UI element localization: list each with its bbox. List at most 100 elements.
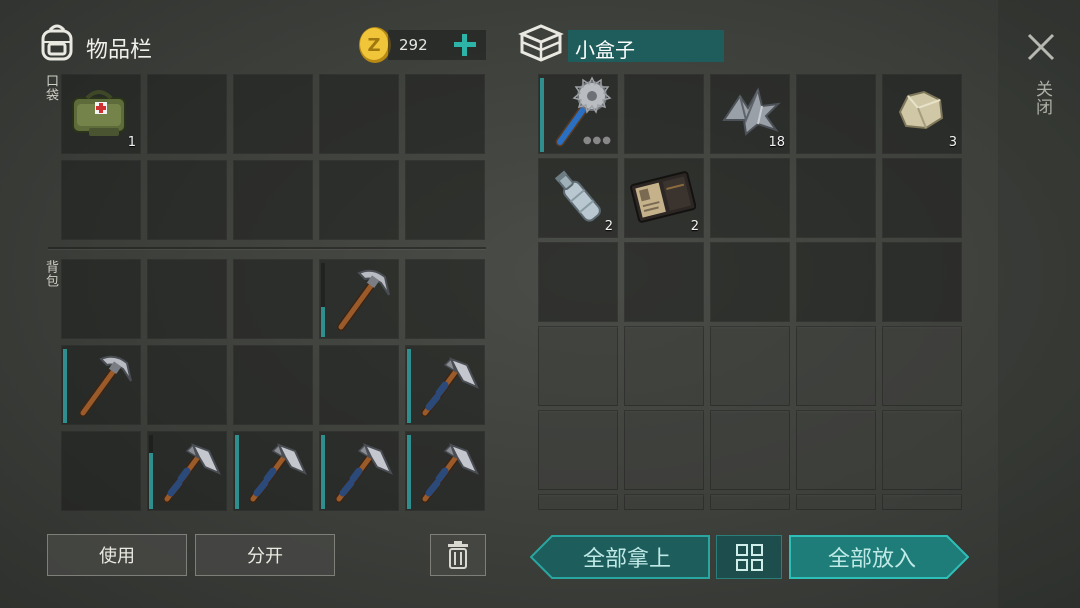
container-slot[interactable]: 3 — [882, 74, 962, 154]
pocket-slot[interactable] — [147, 74, 227, 154]
backpack-slot[interactable] — [233, 431, 313, 511]
container-slot[interactable]: 18 — [710, 74, 790, 154]
first-aid-bag-icon — [69, 84, 133, 146]
locked-slot — [624, 326, 704, 406]
container-slot[interactable] — [796, 74, 876, 154]
locked-slot — [796, 494, 876, 510]
water-bottle-icon — [546, 166, 610, 234]
put-all-label: 全部放入 — [827, 547, 916, 572]
locked-slot — [624, 410, 704, 490]
container-slot[interactable] — [538, 242, 618, 322]
durability-bar — [235, 435, 239, 509]
backpack-slot[interactable] — [147, 431, 227, 511]
pocket-slot[interactable] — [319, 74, 399, 154]
pocket-label: 口袋 — [43, 74, 58, 102]
use-button[interactable]: 使用 — [47, 534, 187, 576]
locked-slot — [624, 494, 704, 510]
pocket-slot[interactable] — [61, 160, 141, 240]
durability-bar — [407, 435, 411, 509]
backpack-slot[interactable] — [319, 345, 399, 425]
locked-slot — [882, 494, 962, 510]
backpack-slot[interactable] — [61, 259, 141, 339]
svg-text:Z: Z — [367, 35, 380, 56]
backpack-slot[interactable] — [147, 259, 227, 339]
pickaxe-icon — [329, 265, 393, 335]
backpack-slot[interactable] — [405, 431, 485, 511]
backpack-slot[interactable] — [405, 345, 485, 425]
locked-slot — [882, 410, 962, 490]
backpack-slot[interactable] — [405, 259, 485, 339]
pocket-slot[interactable] — [319, 160, 399, 240]
item-count: 18 — [768, 135, 785, 150]
put-all-button[interactable]: 全部放入 — [789, 535, 969, 579]
locked-slot — [796, 410, 876, 490]
backpack-slot[interactable] — [319, 431, 399, 511]
container-name: 小盒子 — [575, 38, 635, 62]
split-button[interactable]: 分开 — [195, 534, 335, 576]
backpack-icon — [38, 22, 76, 62]
take-all-button[interactable]: 全部拿上 — [530, 535, 710, 579]
hatchet-icon — [243, 437, 307, 507]
wallet-icon — [630, 168, 697, 228]
container-slot[interactable]: 2 — [624, 158, 704, 238]
container-slot[interactable] — [882, 158, 962, 238]
trash-icon — [448, 541, 468, 569]
pocket-slot[interactable]: 1 — [61, 74, 141, 154]
stone-icon — [894, 88, 946, 136]
locked-slot — [882, 326, 962, 406]
backpack-slot[interactable] — [233, 259, 313, 339]
hatchet-icon — [415, 437, 479, 507]
sort-grid-icon — [736, 544, 763, 571]
pocket-slot[interactable] — [233, 74, 313, 154]
hatchet-icon — [329, 437, 393, 507]
backpack-slot[interactable] — [319, 259, 399, 339]
container-slot[interactable] — [882, 242, 962, 322]
locked-slot — [796, 326, 876, 406]
durability-bar — [63, 349, 67, 423]
take-all-label: 全部拿上 — [582, 547, 671, 572]
hatchet-icon — [157, 437, 221, 507]
locked-slot — [538, 494, 618, 510]
pocket-slot[interactable] — [233, 160, 313, 240]
sort-button[interactable] — [716, 535, 782, 579]
coin-count: 292 — [399, 36, 428, 54]
container-slot[interactable] — [710, 242, 790, 322]
container-slot[interactable] — [624, 74, 704, 154]
container-slot[interactable] — [710, 158, 790, 238]
inventory-title: 物品栏 — [86, 38, 153, 63]
locked-slot — [538, 410, 618, 490]
item-count: 3 — [948, 135, 957, 150]
backpack-slot[interactable] — [61, 345, 141, 425]
locked-slot — [710, 410, 790, 490]
section-divider — [48, 247, 486, 249]
durability-bar — [540, 78, 544, 152]
pocket-slot[interactable] — [147, 160, 227, 240]
panel-edge — [998, 0, 1080, 608]
backpack-slot[interactable] — [147, 345, 227, 425]
backpack-label: 背包 — [43, 260, 58, 288]
add-coins-button[interactable] — [452, 32, 478, 58]
pocket-slot[interactable] — [405, 74, 485, 154]
container-slot[interactable]: 2 — [538, 158, 618, 238]
item-count: 2 — [690, 219, 699, 234]
durability-bar — [321, 435, 325, 509]
durability-bar — [149, 453, 153, 509]
hatchet-icon — [415, 351, 479, 421]
item-count: 2 — [604, 219, 613, 234]
container-slot[interactable] — [796, 242, 876, 322]
item-count: 1 — [127, 135, 136, 150]
more-dots-icon: ●●● — [582, 135, 612, 146]
box-icon — [518, 22, 564, 64]
container-slot[interactable] — [624, 242, 704, 322]
locked-slot — [710, 326, 790, 406]
container-slot[interactable] — [796, 158, 876, 238]
trash-button[interactable] — [430, 534, 486, 576]
metal-scrap-icon — [718, 86, 782, 140]
backpack-slot[interactable] — [61, 431, 141, 511]
pocket-slot[interactable] — [405, 160, 485, 240]
locked-slot — [710, 494, 790, 510]
durability-bar — [321, 307, 325, 337]
backpack-slot[interactable] — [233, 345, 313, 425]
container-slot[interactable]: ●●● — [538, 74, 618, 154]
locked-slot — [538, 326, 618, 406]
